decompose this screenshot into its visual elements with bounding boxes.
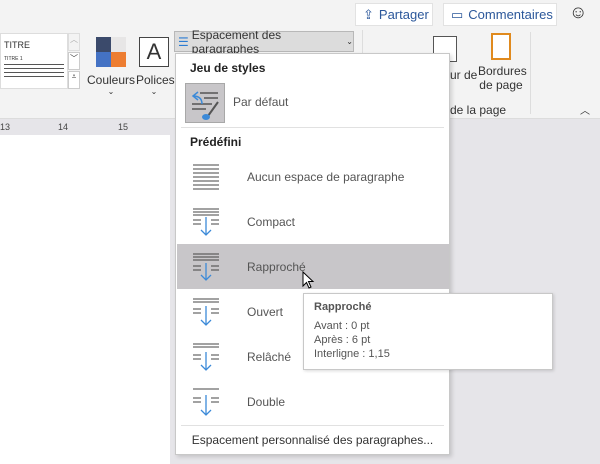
colors-icon [96,37,126,67]
gallery-scroll-up[interactable]: ︿ [68,33,80,51]
paragraph-spacing-menu: Jeu de styles Par défaut Prédéfini Aucun… [175,53,450,455]
document-page[interactable] [0,135,170,464]
spacing-preset-icon [193,253,219,281]
smiley-icon[interactable]: ☺ [569,2,587,23]
page-color-button[interactable]: ur de [450,68,477,82]
spacing-item[interactable]: Compact [177,199,449,244]
spacing-preset-icon [193,298,219,326]
spacing-item-label: Double [247,394,286,409]
style-set-header: Jeu de styles [190,61,266,75]
spacing-preset-icon [193,343,219,371]
gallery-preview-lines [4,64,64,78]
fonts-icon: A [139,37,169,67]
page-borders-button[interactable]: Bordures de page [478,33,527,92]
gallery-scroll-down[interactable]: ﹀ [68,52,80,70]
gallery-expand[interactable]: ⩡ [68,71,80,89]
tooltip: Rapproché Avant : 0 pt Après : 6 pt Inte… [303,293,553,370]
spacing-preset-icon [193,164,219,189]
spacing-preset-icon [193,388,219,416]
spacing-preset-icon [193,208,219,236]
mouse-cursor-icon [302,271,315,289]
share-icon: ⇪ [363,6,374,22]
paragraph-spacing-icon: ☰ [178,34,189,49]
comment-icon: ▭ [451,6,464,22]
default-style-label[interactable]: Par défaut [233,95,288,109]
colors-button[interactable]: Couleurs ⌄ [87,33,135,97]
title-bar: ⇪ Partager ▭ Commentaires ☺ [0,0,600,30]
collapse-ribbon-icon[interactable]: ︿ [580,102,590,117]
predefined-header: Prédéfini [190,135,242,149]
default-style-icon[interactable] [185,83,225,123]
paragraph-spacing-button[interactable]: ☰ Espacement des paragraphes ⌄ [174,28,354,56]
comments-button[interactable]: ▭ Commentaires [443,3,557,26]
group-label: de la page [450,103,507,117]
spacing-item[interactable]: Aucun espace de paragraphe [177,154,449,199]
spacing-item-label: Compact [247,214,296,229]
styles-gallery[interactable]: TITRE TITRE 1 [0,33,68,89]
spacing-item-label: Relâché [247,349,292,364]
spacing-item-label: Ouvert [247,304,284,319]
spacing-item-label: Rapproché [247,259,306,274]
custom-spacing-item[interactable]: Espacement personnalisé des paragraphes.… [176,433,449,447]
spacing-item-label: Aucun espace de paragraphe [247,169,405,184]
fonts-button[interactable]: A Polices ⌄ [136,33,175,97]
page-borders-icon [491,33,511,60]
spacing-item[interactable]: Double [177,379,449,424]
share-button[interactable]: ⇪ Partager [355,3,433,26]
